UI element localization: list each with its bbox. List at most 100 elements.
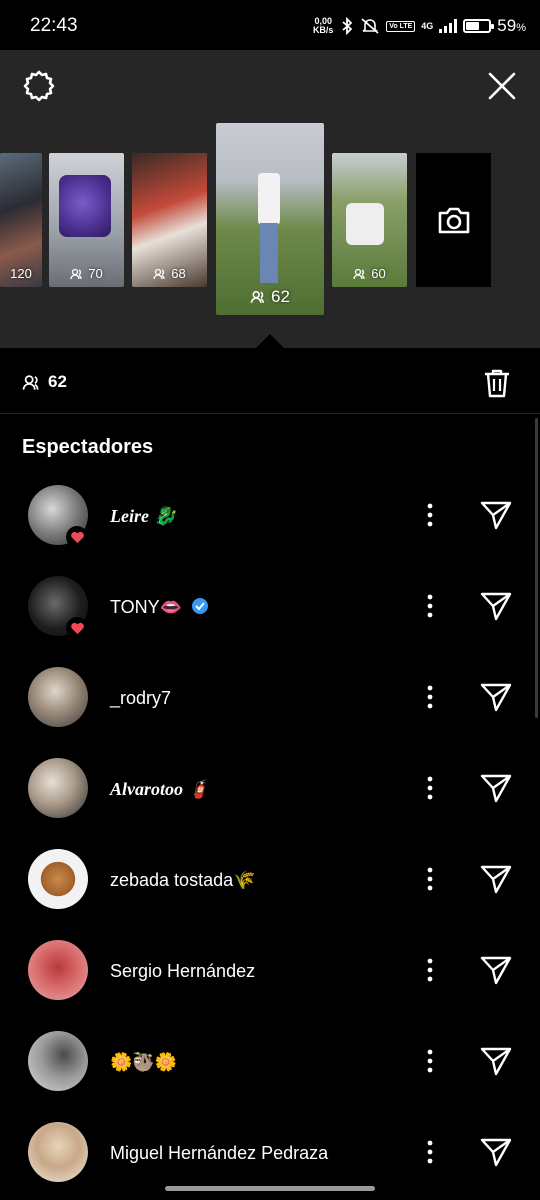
view-summary-row: 62 bbox=[0, 348, 540, 414]
story-image-detail bbox=[260, 223, 278, 283]
viewer-username[interactable]: _rodry7 bbox=[110, 688, 171, 709]
avatar[interactable] bbox=[28, 940, 88, 1000]
home-indicator[interactable] bbox=[165, 1186, 375, 1191]
viewer-row[interactable]: Alvarotoo 🧯 bbox=[0, 743, 540, 834]
avatar[interactable] bbox=[28, 667, 88, 727]
signal-icon bbox=[439, 19, 458, 33]
add-story-camera-button[interactable] bbox=[416, 153, 491, 287]
story-thumbnail[interactable]: 120 bbox=[0, 153, 42, 287]
gear-icon bbox=[23, 70, 55, 102]
bluetooth-icon bbox=[342, 17, 353, 35]
more-options-button[interactable] bbox=[418, 954, 442, 986]
viewer-username[interactable]: Miguel Hernández Pedraza bbox=[110, 1143, 328, 1164]
mute-bell-icon bbox=[361, 18, 379, 34]
story-thumbnail[interactable]: 60 bbox=[332, 153, 407, 287]
send-icon bbox=[480, 956, 512, 985]
send-message-button[interactable] bbox=[476, 1043, 516, 1079]
verified-badge-icon bbox=[192, 598, 209, 614]
more-options-button[interactable] bbox=[418, 499, 442, 531]
story-image bbox=[258, 173, 280, 225]
avatar[interactable] bbox=[28, 758, 88, 818]
viewers-icon bbox=[250, 290, 264, 303]
viewers-icon bbox=[153, 268, 165, 279]
send-message-button[interactable] bbox=[476, 497, 516, 533]
more-options-button[interactable] bbox=[418, 1136, 442, 1168]
story-thumbnail[interactable]: 70 bbox=[49, 153, 124, 287]
send-message-button[interactable] bbox=[476, 861, 516, 897]
send-icon bbox=[480, 865, 512, 894]
story-view-count: 60 bbox=[332, 266, 407, 281]
liked-heart-icon bbox=[66, 617, 88, 639]
story-view-count: 70 bbox=[49, 266, 124, 281]
more-vertical-icon bbox=[427, 503, 433, 527]
more-options-button[interactable] bbox=[418, 863, 442, 895]
section-title: Espectadores bbox=[22, 436, 154, 458]
close-icon bbox=[488, 72, 516, 100]
story-thumbnail[interactable]: 68 bbox=[132, 153, 207, 287]
more-options-button[interactable] bbox=[418, 772, 442, 804]
avatar[interactable] bbox=[28, 849, 88, 909]
more-options-button[interactable] bbox=[418, 1045, 442, 1077]
settings-button[interactable] bbox=[21, 68, 57, 104]
view-count-value: 62 bbox=[48, 372, 67, 391]
battery-icon bbox=[463, 19, 495, 33]
viewer-row[interactable]: Sergio Hernández bbox=[0, 925, 540, 1016]
story-view-count: 62 bbox=[216, 287, 324, 307]
send-icon bbox=[480, 774, 512, 803]
send-icon bbox=[480, 1138, 512, 1167]
viewer-username[interactable]: TONY👄 bbox=[110, 597, 209, 618]
more-vertical-icon bbox=[427, 1049, 433, 1073]
status-time: 22:43 bbox=[30, 15, 78, 36]
send-icon bbox=[480, 1047, 512, 1076]
viewer-row[interactable]: TONY👄 bbox=[0, 561, 540, 652]
viewer-row[interactable]: Miguel Hernández Pedraza bbox=[0, 1107, 540, 1198]
viewers-icon bbox=[353, 268, 365, 279]
send-message-button[interactable] bbox=[476, 952, 516, 988]
network-type: 4G bbox=[421, 21, 434, 31]
more-options-button[interactable] bbox=[418, 590, 442, 622]
viewer-row[interactable]: _rodry7 bbox=[0, 652, 540, 743]
viewers-icon bbox=[70, 268, 82, 279]
camera-icon bbox=[438, 207, 469, 234]
viewer-row[interactable]: zebada tostada🌾 bbox=[0, 834, 540, 925]
status-indicators: 0,00 KB/s Vo LTE 4G 59% bbox=[312, 13, 526, 39]
battery-percent: 59% bbox=[497, 16, 526, 35]
story-selector-panel: 120 70 68 62 60 bbox=[0, 50, 540, 349]
more-vertical-icon bbox=[427, 958, 433, 982]
more-vertical-icon bbox=[427, 867, 433, 891]
viewer-list: Leire 🐉 TONY👄 _rodry7 Alvarotoo 🧯 zebada… bbox=[0, 470, 540, 1198]
liked-heart-icon bbox=[66, 526, 88, 548]
more-vertical-icon bbox=[427, 776, 433, 800]
more-vertical-icon bbox=[427, 685, 433, 709]
send-icon bbox=[480, 592, 512, 621]
send-message-button[interactable] bbox=[476, 679, 516, 715]
net-speed-unit: KB/s bbox=[312, 25, 334, 35]
viewer-username[interactable]: 🌼🦥🌼 bbox=[110, 1052, 177, 1073]
story-thumbnail-selected[interactable]: 62 bbox=[216, 123, 324, 315]
viewer-row[interactable]: 🌼🦥🌼 bbox=[0, 1016, 540, 1107]
delete-story-button[interactable] bbox=[480, 366, 514, 400]
send-message-button[interactable] bbox=[476, 770, 516, 806]
avatar[interactable] bbox=[28, 1031, 88, 1091]
viewers-icon bbox=[22, 374, 39, 390]
viewer-username[interactable]: Alvarotoo 🧯 bbox=[110, 779, 210, 800]
more-vertical-icon bbox=[427, 594, 433, 618]
send-icon bbox=[480, 683, 512, 712]
more-options-button[interactable] bbox=[418, 681, 442, 713]
trash-icon bbox=[485, 369, 509, 398]
story-image bbox=[346, 203, 384, 245]
viewer-username[interactable]: Leire 🐉 bbox=[110, 506, 176, 527]
more-vertical-icon bbox=[427, 1140, 433, 1164]
viewer-username[interactable]: zebada tostada🌾 bbox=[110, 870, 256, 891]
volte-badge: Vo LTE bbox=[386, 20, 416, 32]
avatar[interactable] bbox=[28, 1122, 88, 1182]
send-message-button[interactable] bbox=[476, 1134, 516, 1170]
net-speed: 0,00 KB/s bbox=[312, 17, 334, 35]
viewer-username[interactable]: Sergio Hernández bbox=[110, 961, 255, 982]
close-button[interactable] bbox=[484, 68, 520, 104]
status-bar: 22:43 0,00 KB/s Vo LTE 4G 59% bbox=[0, 0, 540, 50]
story-view-count: 120 bbox=[10, 266, 32, 281]
viewer-row[interactable]: Leire 🐉 bbox=[0, 470, 540, 561]
send-message-button[interactable] bbox=[476, 588, 516, 624]
selected-story-pointer bbox=[255, 334, 285, 349]
